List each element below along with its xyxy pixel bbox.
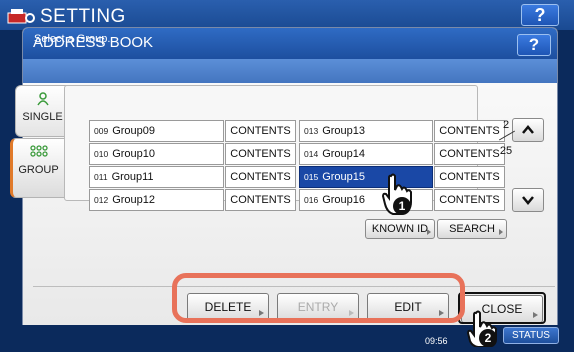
list-item-group12[interactable]: 012 Group12 <box>89 189 224 211</box>
list-item-group13[interactable]: 013 Group13 <box>299 120 433 142</box>
printer-setting-icon <box>6 7 36 25</box>
scroll-down-button[interactable] <box>512 188 544 212</box>
clock-time: 09:56 <box>425 336 448 346</box>
contents-button-group09[interactable]: CONTENTS <box>225 120 296 142</box>
list-item-number: 009 <box>94 126 109 136</box>
outer-help-button[interactable]: ? <box>521 4 559 26</box>
list-item-name: Group13 <box>322 125 365 137</box>
tab-single[interactable]: SINGLE <box>15 85 69 137</box>
step-number-1: 1 <box>393 197 411 215</box>
list-item-name: Group16 <box>322 194 365 206</box>
single-user-icon <box>16 92 69 109</box>
tab-group-label: GROUP <box>18 164 59 176</box>
list-item-name: Group10 <box>112 148 155 160</box>
list-item-name: Group14 <box>322 148 365 160</box>
contents-button-group15[interactable]: CONTENTS <box>434 166 505 188</box>
page-current: 2 <box>502 119 510 131</box>
page-total: 25 <box>499 145 513 157</box>
status-button[interactable]: STATUS <box>503 327 559 344</box>
list-item-name: Group12 <box>112 194 155 206</box>
instruction-text: Select a Group. <box>34 33 111 45</box>
tab-single-label: SINGLE <box>22 111 63 123</box>
outer-title: SETTING <box>40 6 126 27</box>
list-item-number: 013 <box>304 126 319 136</box>
contents-button-group16[interactable]: CONTENTS <box>434 189 505 211</box>
contents-button-group11[interactable]: CONTENTS <box>225 166 296 188</box>
list-item-number: 016 <box>304 195 319 205</box>
list-item-number: 012 <box>94 195 109 205</box>
step-number-2: 2 <box>479 329 497 347</box>
known-id-button[interactable]: KNOWN ID <box>365 219 435 239</box>
group-users-icon <box>13 145 64 162</box>
list-item-number: 015 <box>304 172 319 182</box>
action-buttons-highlight <box>172 273 465 323</box>
tab-group[interactable]: GROUP <box>10 138 64 198</box>
list-item-group09[interactable]: 009 Group09 <box>89 120 224 142</box>
contents-button-group12[interactable]: CONTENTS <box>225 189 296 211</box>
chevron-up-icon <box>522 125 534 134</box>
list-item-name: Group15 <box>322 171 365 183</box>
list-item-number: 014 <box>304 149 319 159</box>
chevron-down-icon <box>522 196 534 205</box>
list-item-group14[interactable]: 014 Group14 <box>299 143 433 165</box>
instruction-bar <box>23 59 557 83</box>
dialog-help-button[interactable]: ? <box>517 34 551 56</box>
list-item-number: 011 <box>94 172 108 182</box>
contents-button-group10[interactable]: CONTENTS <box>225 143 296 165</box>
list-item-number: 010 <box>94 149 109 159</box>
search-button[interactable]: SEARCH <box>437 219 507 239</box>
list-item-name: Group09 <box>112 125 155 137</box>
list-item-group11[interactable]: 011 Group11 <box>89 166 224 188</box>
list-item-name: Group11 <box>111 171 154 183</box>
list-item-group10[interactable]: 010 Group10 <box>89 143 224 165</box>
